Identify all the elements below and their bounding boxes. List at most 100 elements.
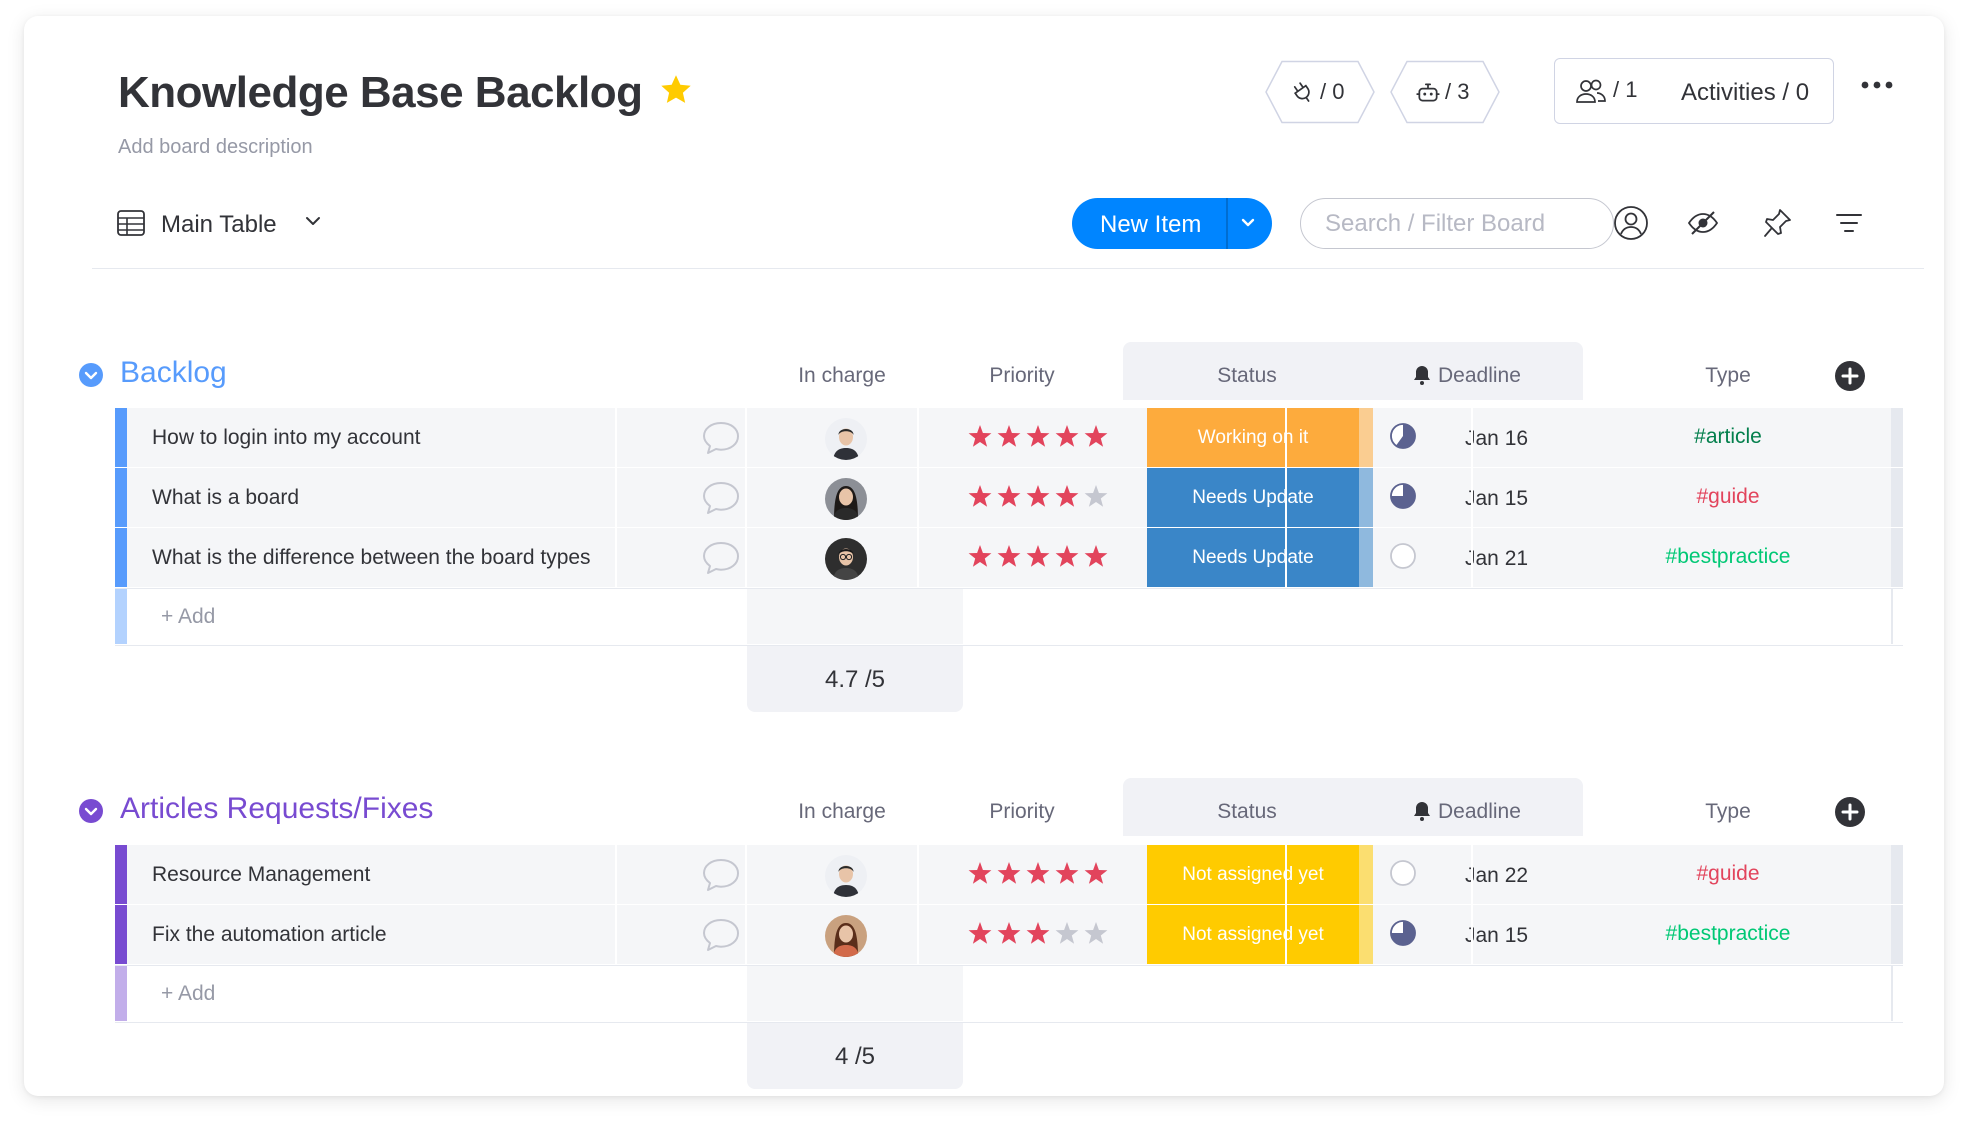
filter-sort-icon[interactable] <box>1830 204 1868 242</box>
group-title[interactable]: Backlog <box>120 356 227 390</box>
status-cell[interactable]: Working on it <box>1147 408 1359 467</box>
deadline-progress-icon <box>1389 422 1417 450</box>
priority-rating[interactable] <box>967 424 1111 450</box>
type-tag[interactable]: #bestpractice <box>1612 545 1844 569</box>
add-item-row[interactable]: + Add <box>115 965 1903 1023</box>
column-header-priority[interactable]: Priority <box>922 800 1122 824</box>
group-color-bar <box>115 905 127 964</box>
board-description[interactable]: Add board description <box>118 136 313 159</box>
status-cell[interactable]: Needs Update <box>1147 528 1359 587</box>
star-filled-icon <box>997 545 1021 567</box>
column-header-type[interactable]: Type <box>1612 364 1844 388</box>
members-count: / 1 <box>1613 77 1638 102</box>
search-filter-input[interactable] <box>1300 198 1614 249</box>
more-options-icon[interactable] <box>1860 80 1894 90</box>
chat-bubble-icon[interactable] <box>700 856 742 894</box>
chevron-down-icon[interactable] <box>304 214 322 228</box>
integrations-plug-icon <box>1293 82 1310 102</box>
type-tag[interactable]: #guide <box>1612 862 1844 886</box>
table-row[interactable]: Fix the automation article Not assigned … <box>115 905 1903 964</box>
chat-bubble-icon[interactable] <box>700 916 742 954</box>
priority-rating[interactable] <box>967 921 1111 947</box>
group-color-bar <box>115 589 127 644</box>
deadline-progress-icon <box>1389 859 1417 887</box>
cell-divider <box>745 408 747 467</box>
column-header-status[interactable]: Status <box>1147 800 1347 824</box>
priority-rating[interactable] <box>967 484 1111 510</box>
column-header-in-charge[interactable]: In charge <box>742 364 942 388</box>
type-tag[interactable]: #guide <box>1612 485 1844 509</box>
deadline-progress-icon <box>1389 482 1417 510</box>
table-row[interactable]: Resource Management Not assigned yet Jan… <box>115 845 1903 904</box>
table-row[interactable]: How to login into my account Working on … <box>115 408 1903 467</box>
column-header-type[interactable]: Type <box>1612 800 1844 824</box>
status-cell[interactable]: Not assigned yet <box>1147 845 1359 904</box>
add-item-label[interactable]: + Add <box>161 982 215 1006</box>
bell-icon <box>1414 366 1430 385</box>
type-tag[interactable]: #article <box>1612 425 1844 449</box>
hide-columns-eye-icon[interactable] <box>1684 204 1722 242</box>
automations-button[interactable]: / 3 <box>1389 60 1501 124</box>
deadline-date[interactable]: Jan 16 <box>1465 427 1528 451</box>
item-name[interactable]: Resource Management <box>152 863 370 887</box>
pin-icon[interactable] <box>1758 204 1796 242</box>
male-avatar[interactable] <box>825 855 867 897</box>
star-filled-icon <box>968 425 992 447</box>
board-title[interactable]: Knowledge Base Backlog <box>118 68 643 118</box>
deadline-date[interactable]: Jan 22 <box>1465 864 1528 888</box>
male-avatar-glasses[interactable] <box>825 538 867 580</box>
star-empty-icon <box>1055 922 1079 944</box>
favorite-star-icon[interactable] <box>658 72 694 108</box>
deadline-date[interactable]: Jan 21 <box>1465 547 1528 571</box>
add-column-plus-icon[interactable] <box>1834 360 1866 392</box>
group-collapse-icon[interactable] <box>78 798 104 824</box>
cell-divider <box>745 905 747 964</box>
table-row[interactable]: What is a board Needs Update Jan 15 #gui… <box>115 468 1903 527</box>
add-column-plus-icon[interactable] <box>1834 796 1866 828</box>
star-filled-icon <box>1026 485 1050 507</box>
item-name[interactable]: What is the difference between the board… <box>152 546 591 570</box>
main-table-view-tab[interactable]: Main Table <box>161 211 277 239</box>
star-filled-icon <box>968 485 992 507</box>
item-name[interactable]: How to login into my account <box>152 426 420 450</box>
status-edge <box>1359 468 1373 527</box>
activities-button[interactable]: Activities / 0 <box>1681 79 1809 107</box>
group-title[interactable]: Articles Requests/Fixes <box>120 792 433 826</box>
column-header-in-charge[interactable]: In charge <box>742 800 942 824</box>
integrations-button[interactable]: / 0 <box>1264 60 1376 124</box>
chat-bubble-icon[interactable] <box>700 479 742 517</box>
row-endcap <box>1891 845 1903 904</box>
item-name[interactable]: What is a board <box>152 486 299 510</box>
column-header-priority[interactable]: Priority <box>922 364 1122 388</box>
deadline-date[interactable]: Jan 15 <box>1465 487 1528 511</box>
priority-rating[interactable] <box>967 861 1111 887</box>
group-collapse-icon[interactable] <box>78 362 104 388</box>
add-item-label[interactable]: + Add <box>161 605 215 629</box>
cell-divider <box>1285 408 1287 467</box>
column-header-status[interactable]: Status <box>1147 364 1347 388</box>
status-cell[interactable]: Not assigned yet <box>1147 905 1359 964</box>
new-item-button[interactable]: New Item <box>1072 198 1272 249</box>
deadline-date[interactable]: Jan 15 <box>1465 924 1528 948</box>
button-separator <box>1226 198 1228 249</box>
add-item-row[interactable]: + Add <box>115 588 1903 646</box>
female-avatar-curly[interactable] <box>825 915 867 957</box>
type-tag[interactable]: #bestpractice <box>1612 922 1844 946</box>
female-avatar[interactable] <box>825 478 867 520</box>
priority-rating[interactable] <box>967 544 1111 570</box>
item-name[interactable]: Fix the automation article <box>152 923 387 947</box>
male-avatar[interactable] <box>825 418 867 460</box>
star-filled-icon <box>968 922 992 944</box>
column-header-deadline[interactable]: Deadline <box>1438 364 1538 388</box>
table-row[interactable]: What is the difference between the board… <box>115 528 1903 587</box>
group-color-bar <box>115 528 127 587</box>
star-filled-icon <box>997 922 1021 944</box>
person-filter-icon[interactable] <box>1612 204 1650 242</box>
chat-bubble-icon[interactable] <box>700 419 742 457</box>
new-item-dropdown-icon[interactable] <box>1240 217 1256 229</box>
cell-divider <box>917 528 919 587</box>
status-cell[interactable]: Needs Update <box>1147 468 1359 527</box>
members-activities-box[interactable]: / 1 Activities / 0 <box>1554 58 1834 124</box>
column-header-deadline[interactable]: Deadline <box>1438 800 1538 824</box>
chat-bubble-icon[interactable] <box>700 539 742 577</box>
